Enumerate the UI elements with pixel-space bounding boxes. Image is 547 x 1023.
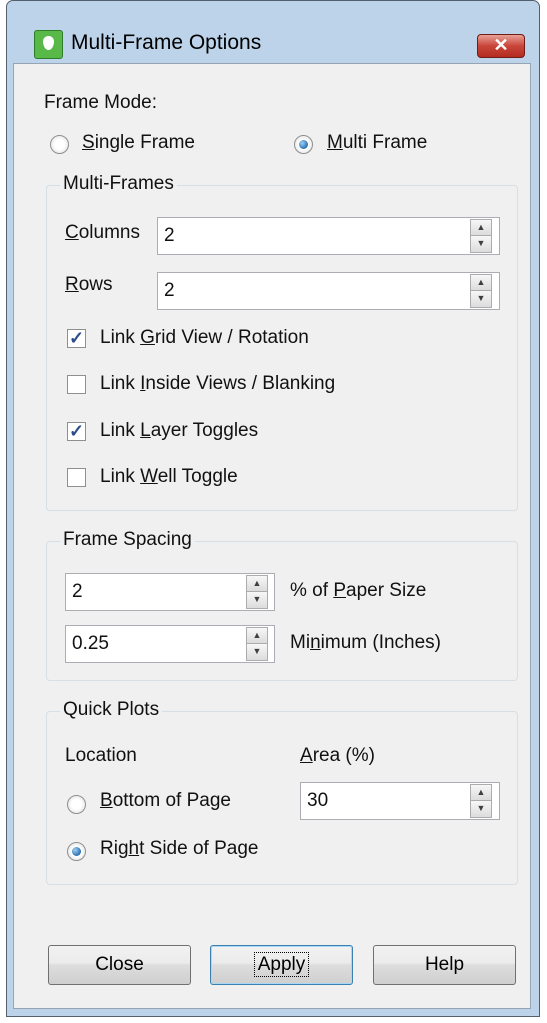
checkmark-icon: ✓	[68, 421, 85, 441]
frame-spacing-title: Frame Spacing	[60, 529, 195, 551]
close-button[interactable]: Close	[48, 945, 191, 985]
spin-down-icon[interactable]: ▼	[246, 644, 268, 661]
link-well-toggle-checkbox[interactable]	[67, 468, 86, 487]
right-side-of-page-radio[interactable]	[67, 842, 86, 861]
bottom-of-page-label[interactable]: Bottom of Page	[100, 790, 231, 812]
quick-plots-title: Quick Plots	[60, 699, 163, 721]
link-inside-views-label[interactable]: Link Inside Views / Blanking	[100, 373, 335, 395]
multi-frame-label[interactable]: Multi Frame	[327, 132, 427, 154]
window-title: Multi-Frame Options	[71, 31, 262, 54]
rows-label: Rows	[65, 274, 113, 295]
app-drop-icon	[34, 30, 63, 59]
bottom-of-page-radio[interactable]	[67, 795, 86, 814]
rows-input[interactable]: 2	[157, 272, 500, 310]
apply-button[interactable]: Apply	[210, 945, 353, 985]
spin-up-icon[interactable]: ▲	[470, 274, 492, 291]
window-close-button[interactable]: ✕	[477, 34, 525, 58]
single-frame-radio[interactable]	[50, 135, 69, 154]
link-layer-toggles-label[interactable]: Link Layer Toggles	[100, 420, 258, 442]
multi-frame-radio[interactable]	[294, 135, 313, 154]
checkmark-icon: ✓	[68, 328, 85, 348]
spin-up-icon[interactable]: ▲	[246, 627, 268, 644]
apply-button-label: Apply	[253, 952, 310, 977]
columns-input[interactable]: 2	[157, 217, 500, 255]
minimum-inches-label: Minimum (Inches)	[290, 632, 441, 653]
paper-percent-spinner[interactable]: ▲ ▼	[246, 575, 268, 609]
multi-frames-title: Multi-Frames	[60, 173, 177, 195]
spin-up-icon[interactable]: ▲	[470, 219, 492, 236]
spin-down-icon[interactable]: ▼	[470, 291, 492, 308]
columns-label: Columns	[65, 222, 140, 243]
spin-down-icon[interactable]: ▼	[246, 592, 268, 609]
spin-down-icon[interactable]: ▼	[470, 236, 492, 253]
spin-up-icon[interactable]: ▲	[246, 575, 268, 592]
right-side-of-page-label[interactable]: Right Side of Page	[100, 838, 258, 860]
area-percent-label: Area (%)	[300, 745, 375, 766]
minimum-inches-input[interactable]: 0.25	[65, 625, 275, 663]
frame-mode-label: Frame Mode:	[44, 92, 157, 113]
paper-percent-input[interactable]: 2	[65, 573, 275, 611]
link-well-toggle-label[interactable]: Link Well Toggle	[100, 466, 238, 488]
location-label: Location	[65, 745, 137, 766]
minimum-inches-spinner[interactable]: ▲ ▼	[246, 627, 268, 661]
paper-percent-label: % of Paper Size	[290, 580, 427, 601]
link-inside-views-checkbox[interactable]	[67, 375, 86, 394]
single-frame-label[interactable]: Single Frame	[82, 132, 195, 154]
rows-spinner[interactable]: ▲ ▼	[470, 274, 492, 308]
columns-spinner[interactable]: ▲ ▼	[470, 219, 492, 253]
link-grid-view-checkbox[interactable]: ✓	[67, 329, 86, 348]
link-grid-view-label[interactable]: Link Grid View / Rotation	[100, 327, 309, 349]
spin-down-icon[interactable]: ▼	[470, 801, 492, 818]
link-layer-toggles-checkbox[interactable]: ✓	[67, 422, 86, 441]
spin-up-icon[interactable]: ▲	[470, 784, 492, 801]
area-percent-spinner[interactable]: ▲ ▼	[470, 784, 492, 818]
help-button[interactable]: Help	[373, 945, 516, 985]
